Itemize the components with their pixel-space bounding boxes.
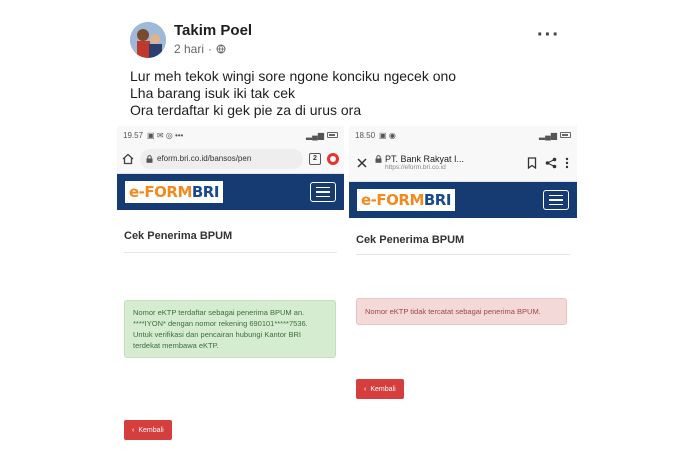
url-text: https://eform.bri.co.id [385,164,446,171]
tab-count-button[interactable]: 2 [309,152,321,165]
left-screenshot[interactable]: 19.57 ▣ ✉ ◎ ••• ▂▄▆ eform.bri.co.id/bans… [117,126,344,456]
signal-icon: ▂▄▆ [539,130,557,140]
post-text: Lur meh tekok wingi sore ngone konciku n… [130,68,456,119]
divider [124,252,337,253]
page-title: Cek Penerima BPUM [356,234,465,246]
eform-logo[interactable]: e-FORM BRI [357,189,455,211]
success-alert: Nomor eKTP terdaftar sebagai penerima BP… [124,300,336,358]
home-icon[interactable] [122,153,134,165]
lock-icon [146,154,153,163]
status-bar: 19.57 ▣ ✉ ◎ ••• ▂▄▆ [117,126,344,144]
page-title-bar[interactable]: PT. Bank Rakyat I... https://eform.bri.c… [375,154,519,171]
post-line: Lur meh tekok wingi sore ngone konciku n… [130,68,457,84]
hamburger-menu-icon[interactable] [543,190,569,210]
back-button-label: Kembali [138,426,164,434]
globe-icon [216,44,226,54]
lock-icon [375,155,382,163]
page-title: Cek Penerima BPUM [124,230,233,242]
danger-alert: Nomor eKTP tidak tercatat sebagai peneri… [356,298,567,325]
url-text: eform.bri.co.id/bansos/pen [157,154,252,163]
url-field[interactable]: eform.bri.co.id/bansos/pen [140,148,303,169]
status-bar: 18.50 ▣ ◉ ▂▄▆ [349,126,577,144]
more-dots-icon[interactable]: ··· [537,25,560,45]
browser-bar: PT. Bank Rakyat I... https://eform.bri.c… [349,144,577,182]
author-name[interactable]: Takim Poel [174,22,252,39]
browser-bar: eform.bri.co.id/bansos/pen 2 [117,144,344,174]
battery-icon [327,132,338,138]
facebook-post: Takim Poel 2 hari · ··· Lur meh tekok wi… [0,0,700,465]
chevron-left-icon: ‹ [132,426,135,434]
share-icon[interactable] [545,157,557,169]
right-screenshot[interactable]: 18.50 ▣ ◉ ▂▄▆ PT. Bank Rakyat I... https… [349,126,577,456]
avatar[interactable] [130,22,166,58]
chevron-left-icon: ‹ [364,385,367,393]
more-vertical-icon[interactable] [565,157,569,169]
post-meta: 2 hari · [174,42,226,56]
post-line: Ora terdaftar ki gek pie za di urus ora [130,102,362,118]
eform-logo[interactable]: e-FORM BRI [125,181,223,203]
site-header: e-FORM BRI [117,174,344,210]
status-time: 19.57 [123,130,144,140]
divider [356,254,570,255]
site-header: e-FORM BRI [349,182,577,218]
post-line: Lha barang isuk iki tak cek [130,85,295,101]
browser-page-title: PT. Bank Rakyat I... [385,154,465,164]
close-icon[interactable] [357,157,367,168]
status-time: 18.50 [355,130,376,140]
back-button-label: Kembali [370,385,396,393]
hamburger-menu-icon[interactable] [310,182,336,202]
bookmark-icon[interactable] [527,156,537,169]
back-button[interactable]: ‹ Kembali [356,379,404,399]
back-button[interactable]: ‹ Kembali [124,420,172,440]
post-time[interactable]: 2 hari [174,42,204,56]
battery-icon [560,132,571,138]
signal-icon: ▂▄▆ [306,130,324,140]
browser-menu-icon[interactable] [327,152,339,165]
